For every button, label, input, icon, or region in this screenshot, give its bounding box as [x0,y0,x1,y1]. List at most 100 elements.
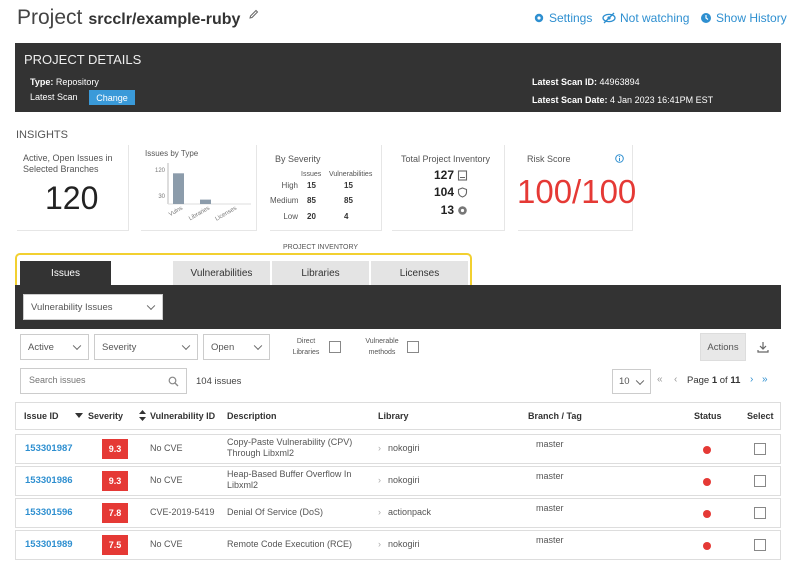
inventory-value: 13 [440,203,454,217]
actions-button[interactable]: Actions [700,333,746,361]
next-page-icon[interactable]: › [750,374,753,385]
vulnerability-id: No CVE [150,475,183,485]
category-label: Licenses [214,206,238,223]
category-label: Libraries [188,206,211,223]
library-chevron-icon: › [378,443,381,453]
tab-libraries[interactable]: Libraries [272,261,370,285]
issue-id-link[interactable]: 153301986 [25,475,73,486]
per-page-value: 10 [619,376,630,387]
scan-date-label: Latest Scan Date: [532,95,608,105]
type-label: Type: [30,77,54,87]
col-issue-id[interactable]: Issue ID [24,411,59,421]
type-row: Type: Repository [30,77,99,87]
library-chevron-icon: › [378,475,381,485]
inventory-title: Total Project Inventory [401,154,491,164]
status-filter-value: Active [28,341,54,353]
branch-name: master [536,439,564,449]
current-page: 1 [711,375,718,386]
issue-id-link[interactable]: 153301989 [25,539,73,550]
vulnerability-id: No CVE [150,539,183,549]
severity-badge: 9.3 [102,439,128,459]
issue-id-link[interactable]: 153301596 [25,507,73,518]
description-line-1: Heap-Based Buffer Overflow In [227,469,352,479]
vulnerable-methods-checkbox[interactable] [407,341,419,353]
issue-type-select[interactable]: Vulnerability Issues [23,294,163,320]
col-severity[interactable]: Severity [88,411,123,421]
col-vulnerability-id[interactable]: Vulnerability ID [150,411,215,421]
gear-icon [458,206,467,215]
tab-vulnerabilities[interactable]: Vulnerabilities [173,261,271,285]
history-link[interactable]: Show History [700,11,787,25]
watch-link[interactable]: Not watching [602,11,689,25]
risk-score-value: 100/100 [517,173,637,210]
issues-by-type-card: Issues by Type 120 30 Vulns Libraries Licens… [141,145,257,231]
edit-pencil-icon[interactable] [249,9,259,19]
row-select-checkbox[interactable] [754,475,766,487]
change-scan-button[interactable]: Change [89,90,135,105]
severity-issues-col: Issues [301,171,322,178]
severity-filter-value: Severity [102,341,137,353]
scan-id-value: 44963894 [599,77,640,87]
history-label: Show History [716,11,787,25]
risk-score-card: Risk Score 100/100 [517,145,637,231]
prev-page-icon[interactable]: ‹ [674,374,677,385]
clock-icon [701,13,711,23]
insights-title: INSIGHTS [16,129,68,141]
by-severity-card: By Severity Issues Vulnerabilities High 1… [270,145,382,231]
settings-label: Settings [549,11,593,25]
issue-count: 104 issues [196,376,242,387]
watch-label: Not watching [620,11,690,25]
chevron-down-icon [181,341,191,351]
vulnerability-id: No CVE [150,443,183,453]
download-icon[interactable] [757,341,769,353]
latest-scan-label: Latest Scan [30,92,78,102]
first-page-icon[interactable]: « [657,374,662,385]
category-label: Vulns [168,206,184,219]
library-name: nokogiri [388,475,420,485]
tab-licenses[interactable]: Licenses [371,261,468,285]
issue-type-bar: Vulnerability Issues [15,285,781,329]
issues-by-type-chart: 120 30Vulns Libraries Licenses [155,163,251,223]
page-title: Project srcclr/example-ruby [17,6,240,30]
y-tick-label: 30 [158,194,165,200]
row-select-checkbox[interactable] [754,507,766,519]
search-box[interactable] [20,368,187,394]
info-icon[interactable] [615,154,624,163]
status-dot [703,510,711,518]
library-icon [457,170,468,181]
row-select-checkbox[interactable] [754,539,766,551]
severity-issues-value: 85 [307,196,316,205]
branch-name: master [536,535,564,545]
status-filter[interactable]: Active [20,334,89,360]
branch-name: master [536,503,564,513]
status-dot [703,542,711,550]
sort-icon[interactable] [139,410,146,421]
risk-score-title: Risk Score [527,154,571,164]
chevron-down-icon [635,376,645,385]
direct-libraries-checkbox[interactable] [329,341,341,353]
row-select-checkbox[interactable] [754,443,766,455]
col-branch: Branch / Tag [528,411,582,421]
severity-vulns-value: 85 [344,196,353,205]
sort-down-icon[interactable] [75,413,83,419]
last-page-icon[interactable]: » [762,374,767,385]
severity-row-label: Medium [270,196,299,205]
state-filter[interactable]: Open [203,334,270,360]
description: Denial Of Service (DoS) [227,507,324,517]
search-input[interactable] [29,375,159,385]
severity-filter[interactable]: Severity [94,334,198,360]
library-chevron-icon: › [378,507,381,517]
per-page-select[interactable]: 10 [612,369,651,394]
of-word: of [719,375,728,386]
issue-id-link[interactable]: 153301987 [25,443,73,454]
direct-libraries-label: Direct Libraries [292,338,320,356]
project-details-title: PROJECT DETAILS [24,52,142,67]
inventory-value: 104 [433,185,454,199]
settings-link[interactable]: Settings [533,11,592,25]
tab-issues[interactable]: Issues [20,261,111,285]
search-icon [168,376,179,387]
description: Remote Code Execution (RCE) [227,539,353,549]
severity-issues-value: 15 [307,181,316,190]
chevron-down-icon [253,341,263,351]
shield-icon [457,187,468,198]
